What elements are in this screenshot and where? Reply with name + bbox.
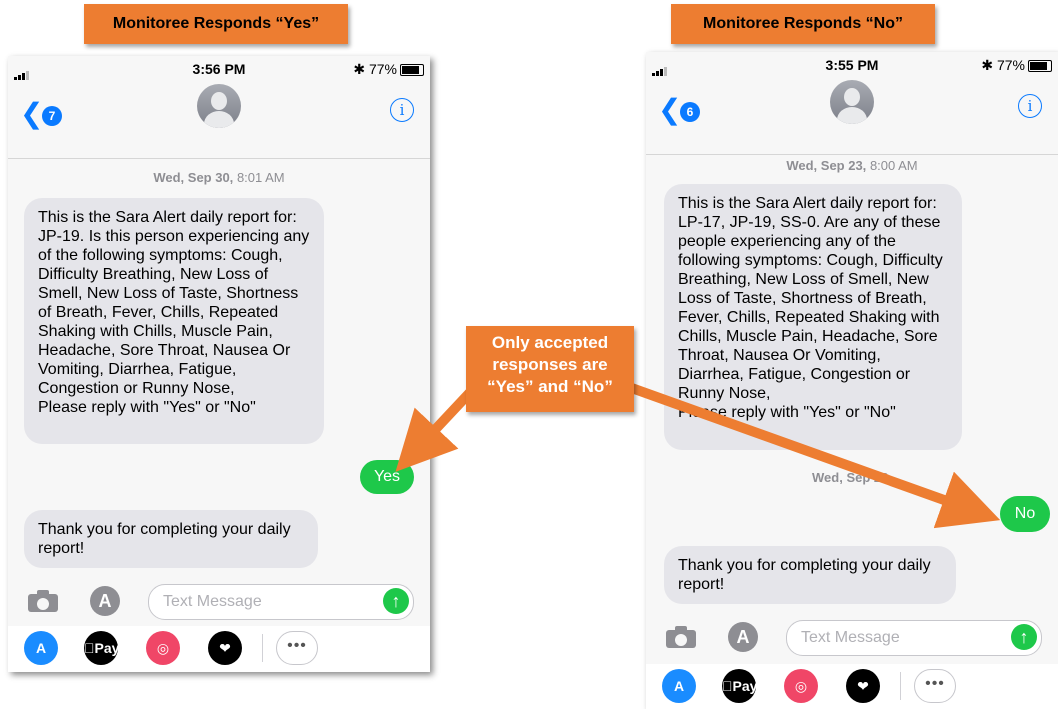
accepted-responses-callout: Only accepted responses are “Yes” and “N…: [466, 326, 634, 412]
arrow-to-no: [624, 381, 1001, 529]
callout-line-3: “Yes” and “No”: [487, 377, 613, 396]
callout-line-1: Only accepted: [491, 333, 609, 352]
callout-line-2: responses are: [492, 355, 608, 374]
